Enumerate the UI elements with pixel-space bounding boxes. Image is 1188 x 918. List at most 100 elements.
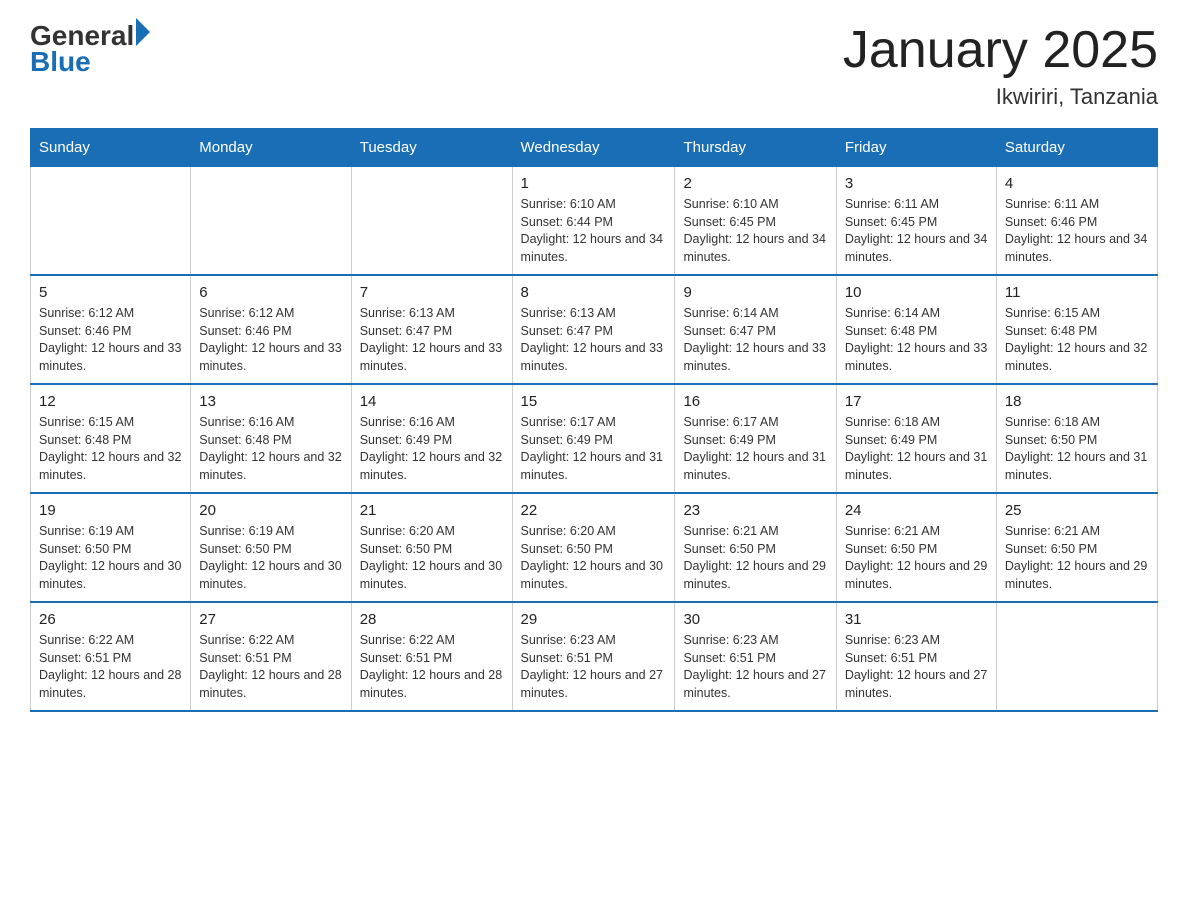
day-info: Sunrise: 6:18 AM Sunset: 6:49 PM Dayligh… [845, 414, 988, 484]
day-number: 1 [521, 175, 667, 192]
calendar-cell: 1 Sunrise: 6:10 AM Sunset: 6:44 PM Daylig… [512, 167, 675, 276]
day-number: 5 [39, 284, 182, 301]
day-info: Sunrise: 6:10 AM Sunset: 6:45 PM Dayligh… [683, 196, 827, 266]
day-info: Sunrise: 6:23 AM Sunset: 6:51 PM Dayligh… [845, 632, 988, 702]
weekday-header-thursday: Thursday [675, 129, 836, 167]
day-number: 19 [39, 502, 182, 519]
calendar-cell: 28Sunrise: 6:22 AM Sunset: 6:51 PM Dayli… [351, 602, 512, 711]
day-info: Sunrise: 6:11 AM Sunset: 6:45 PM Dayligh… [845, 196, 988, 266]
day-number: 13 [199, 393, 342, 410]
day-number: 21 [360, 502, 504, 519]
day-info: Sunrise: 6:17 AM Sunset: 6:49 PM Dayligh… [683, 414, 827, 484]
day-info: Sunrise: 6:23 AM Sunset: 6:51 PM Dayligh… [521, 632, 667, 702]
calendar-cell: 23 Sunrise: 6:21 AM Sunset: 6:50 PM Dayli… [675, 493, 836, 602]
logo: General Blue [30, 20, 150, 78]
calendar-cell: 22Sunrise: 6:20 AM Sunset: 6:50 PM Dayli… [512, 493, 675, 602]
day-number: 27 [199, 611, 342, 628]
day-number: 11 [1005, 284, 1149, 301]
calendar-cell: 26 Sunrise: 6:22 AM Sunset: 6:51 PM Dayli… [31, 602, 191, 711]
day-number: 17 [845, 393, 988, 410]
calendar-cell: 15 Sunrise: 6:17 AM Sunset: 6:49 PM Dayli… [512, 384, 675, 493]
day-info: Sunrise: 6:21 AM Sunset: 6:50 PM Dayligh… [1005, 523, 1149, 593]
weekday-header-sunday: Sunday [31, 129, 191, 167]
day-info: Sunrise: 6:16 AM Sunset: 6:49 PM Dayligh… [360, 414, 504, 484]
day-info: Sunrise: 6:13 AM Sunset: 6:47 PM Dayligh… [360, 305, 504, 375]
day-info: Sunrise: 6:23 AM Sunset: 6:51 PM Dayligh… [683, 632, 827, 702]
day-info: Sunrise: 6:14 AM Sunset: 6:48 PM Dayligh… [845, 305, 988, 375]
calendar-cell: 10 Sunrise: 6:14 AM Sunset: 6:48 PM Dayli… [836, 275, 996, 384]
calendar-cell: 14 Sunrise: 6:16 AM Sunset: 6:49 PM Dayli… [351, 384, 512, 493]
day-number: 4 [1005, 175, 1149, 192]
day-info: Sunrise: 6:20 AM Sunset: 6:50 PM Dayligh… [521, 523, 667, 593]
day-info: Sunrise: 6:13 AM Sunset: 6:47 PM Dayligh… [521, 305, 667, 375]
day-number: 30 [683, 611, 827, 628]
day-number: 14 [360, 393, 504, 410]
calendar-cell: 6 Sunrise: 6:12 AM Sunset: 6:46 PM Daylig… [191, 275, 351, 384]
calendar-cell: 21 Sunrise: 6:20 AM Sunset: 6:50 PM Dayli… [351, 493, 512, 602]
day-info: Sunrise: 6:15 AM Sunset: 6:48 PM Dayligh… [1005, 305, 1149, 375]
calendar-cell: 9Sunrise: 6:14 AM Sunset: 6:47 PM Daylig… [675, 275, 836, 384]
calendar-cell: 12 Sunrise: 6:15 AM Sunset: 6:48 PM Dayli… [31, 384, 191, 493]
day-info: Sunrise: 6:12 AM Sunset: 6:46 PM Dayligh… [199, 305, 342, 375]
day-number: 6 [199, 284, 342, 301]
weekday-header-wednesday: Wednesday [512, 129, 675, 167]
weekday-header-row: SundayMondayTuesdayWednesdayThursdayFrid… [31, 129, 1158, 167]
calendar-cell: 24Sunrise: 6:21 AM Sunset: 6:50 PM Dayli… [836, 493, 996, 602]
day-info: Sunrise: 6:21 AM Sunset: 6:50 PM Dayligh… [683, 523, 827, 593]
calendar-cell: 30 Sunrise: 6:23 AM Sunset: 6:51 PM Dayli… [675, 602, 836, 711]
calendar-cell: 4 Sunrise: 6:11 AM Sunset: 6:46 PM Daylig… [996, 167, 1157, 276]
calendar-header: SundayMondayTuesdayWednesdayThursdayFrid… [31, 129, 1158, 167]
weekday-header-tuesday: Tuesday [351, 129, 512, 167]
calendar-cell: 25 Sunrise: 6:21 AM Sunset: 6:50 PM Dayli… [996, 493, 1157, 602]
day-number: 2 [683, 175, 827, 192]
day-number: 20 [199, 502, 342, 519]
weekday-header-saturday: Saturday [996, 129, 1157, 167]
day-number: 10 [845, 284, 988, 301]
calendar-cell: 19 Sunrise: 6:19 AM Sunset: 6:50 PM Dayli… [31, 493, 191, 602]
day-info: Sunrise: 6:22 AM Sunset: 6:51 PM Dayligh… [39, 632, 182, 702]
day-info: Sunrise: 6:19 AM Sunset: 6:50 PM Dayligh… [199, 523, 342, 593]
calendar-week-row: 26 Sunrise: 6:22 AM Sunset: 6:51 PM Dayli… [31, 602, 1158, 711]
day-number: 7 [360, 284, 504, 301]
weekday-header-friday: Friday [836, 129, 996, 167]
calendar-cell: 17 Sunrise: 6:18 AM Sunset: 6:49 PM Dayli… [836, 384, 996, 493]
day-number: 18 [1005, 393, 1149, 410]
day-info: Sunrise: 6:18 AM Sunset: 6:50 PM Dayligh… [1005, 414, 1149, 484]
calendar-cell: 20 Sunrise: 6:19 AM Sunset: 6:50 PM Dayli… [191, 493, 351, 602]
day-number: 16 [683, 393, 827, 410]
calendar-subtitle: Ikwiriri, Tanzania [843, 84, 1158, 110]
day-number: 26 [39, 611, 182, 628]
logo-blue-text: Blue [30, 46, 150, 78]
day-info: Sunrise: 6:17 AM Sunset: 6:49 PM Dayligh… [521, 414, 667, 484]
calendar-title: January 2025 [843, 20, 1158, 80]
weekday-header-monday: Monday [191, 129, 351, 167]
day-number: 9 [683, 284, 827, 301]
calendar-week-row: 5 Sunrise: 6:12 AM Sunset: 6:46 PM Daylig… [31, 275, 1158, 384]
day-info: Sunrise: 6:10 AM Sunset: 6:44 PM Dayligh… [521, 196, 667, 266]
day-number: 15 [521, 393, 667, 410]
calendar-week-row: 1 Sunrise: 6:10 AM Sunset: 6:44 PM Daylig… [31, 167, 1158, 276]
calendar-cell: 8Sunrise: 6:13 AM Sunset: 6:47 PM Daylig… [512, 275, 675, 384]
calendar-week-row: 19 Sunrise: 6:19 AM Sunset: 6:50 PM Dayli… [31, 493, 1158, 602]
logo-triangle-icon [136, 18, 150, 46]
calendar-cell: 18 Sunrise: 6:18 AM Sunset: 6:50 PM Dayli… [996, 384, 1157, 493]
day-number: 25 [1005, 502, 1149, 519]
calendar-cell: 11 Sunrise: 6:15 AM Sunset: 6:48 PM Dayli… [996, 275, 1157, 384]
day-number: 24 [845, 502, 988, 519]
day-info: Sunrise: 6:16 AM Sunset: 6:48 PM Dayligh… [199, 414, 342, 484]
day-info: Sunrise: 6:12 AM Sunset: 6:46 PM Dayligh… [39, 305, 182, 375]
day-number: 12 [39, 393, 182, 410]
day-info: Sunrise: 6:19 AM Sunset: 6:50 PM Dayligh… [39, 523, 182, 593]
day-number: 28 [360, 611, 504, 628]
day-info: Sunrise: 6:15 AM Sunset: 6:48 PM Dayligh… [39, 414, 182, 484]
day-info: Sunrise: 6:20 AM Sunset: 6:50 PM Dayligh… [360, 523, 504, 593]
calendar-cell: 27Sunrise: 6:22 AM Sunset: 6:51 PM Dayli… [191, 602, 351, 711]
calendar-cell [191, 167, 351, 276]
calendar-cell: 31Sunrise: 6:23 AM Sunset: 6:51 PM Dayli… [836, 602, 996, 711]
calendar-cell [31, 167, 191, 276]
day-number: 23 [683, 502, 827, 519]
day-info: Sunrise: 6:11 AM Sunset: 6:46 PM Dayligh… [1005, 196, 1149, 266]
day-number: 3 [845, 175, 988, 192]
calendar-body: 1 Sunrise: 6:10 AM Sunset: 6:44 PM Daylig… [31, 167, 1158, 712]
calendar-cell: 5 Sunrise: 6:12 AM Sunset: 6:46 PM Daylig… [31, 275, 191, 384]
